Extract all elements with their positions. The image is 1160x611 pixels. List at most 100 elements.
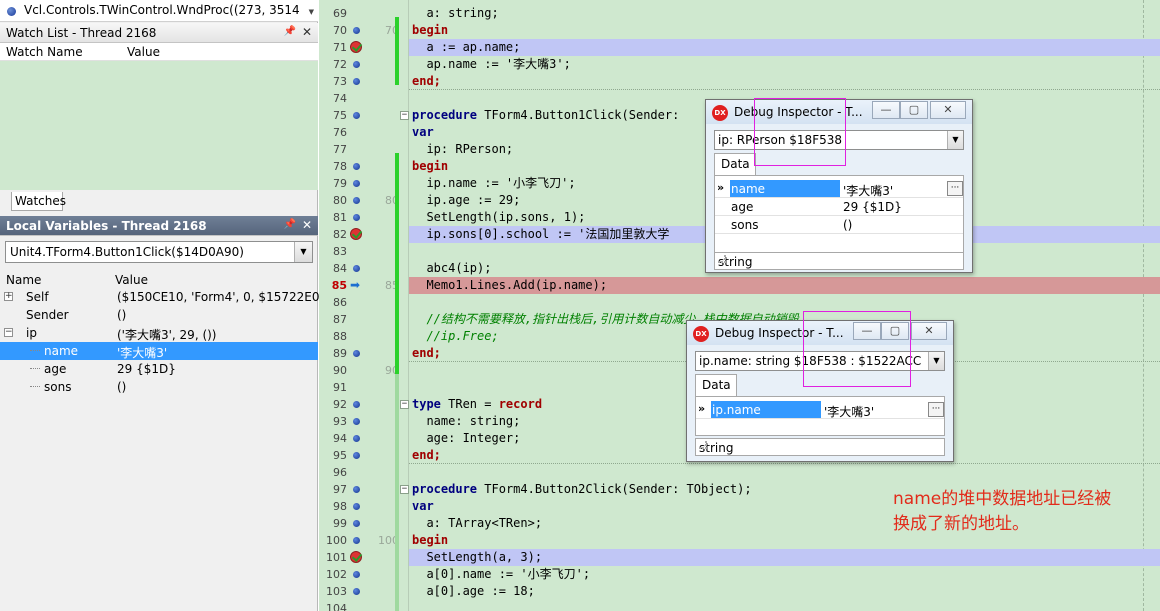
code-line-102[interactable]: a[0].name := '小李飞刀'; — [409, 566, 1160, 583]
code-text: name: string; — [412, 414, 521, 428]
line-number: 79 — [333, 177, 347, 190]
field-value: 29 {$1D} — [843, 200, 902, 214]
executable-line-icon[interactable] — [353, 214, 360, 221]
executable-line-icon[interactable] — [353, 163, 360, 170]
code-line-70[interactable]: begin — [409, 22, 1160, 39]
watch-col-value[interactable]: Value — [127, 45, 160, 59]
table-row-selected[interactable]: name '李大嘴3' — [0, 342, 318, 360]
code-line-101[interactable]: SetLength(a, 3); — [409, 549, 1160, 566]
code-text: TRen = — [440, 397, 499, 411]
breakpoint-icon[interactable] — [350, 228, 362, 240]
resize-grip-icon[interactable] — [699, 441, 707, 449]
resize-grip-icon[interactable] — [718, 255, 726, 263]
table-row[interactable]: sons () — [0, 378, 318, 396]
executable-line-icon[interactable] — [353, 265, 360, 272]
code-line-73[interactable]: end; — [409, 73, 1160, 90]
saved-marker — [395, 374, 399, 611]
line-number: 84 — [333, 262, 347, 275]
locals-col-name[interactable]: Name — [6, 273, 41, 287]
executable-line-icon[interactable] — [353, 418, 360, 425]
executable-line-icon[interactable] — [353, 112, 360, 119]
close-button[interactable]: ✕ — [911, 322, 947, 340]
fold-toggle-icon[interactable]: − — [400, 400, 409, 409]
code-line-72[interactable]: ap.name := '李大嘴3'; — [409, 56, 1160, 73]
executable-line-icon[interactable] — [353, 78, 360, 85]
table-row[interactable]: − ip ('李大嘴3', 29, ()) — [0, 324, 318, 342]
dx-logo-icon: DX — [693, 326, 709, 342]
fold-toggle-icon[interactable]: − — [400, 485, 409, 494]
tree-connector — [30, 368, 40, 369]
stack-frame-select[interactable]: Unit4.TForm4.Button1Click($14D0A90) ▼ — [5, 241, 313, 263]
expand-icon[interactable]: + — [4, 292, 13, 301]
tab-watches[interactable]: Watches — [11, 192, 66, 211]
executable-line-icon[interactable] — [353, 435, 360, 442]
code-text: Memo1.Lines.Add(ip.name); — [412, 278, 608, 292]
tab-data[interactable]: Data — [695, 374, 737, 396]
code-text: TForm4.Button2Click(Sender: TObject); — [484, 482, 752, 496]
table-row[interactable]: Sender () — [0, 306, 318, 324]
tab-data[interactable]: Data — [714, 153, 756, 175]
line-number: 78 — [333, 160, 347, 173]
breakpoint-icon[interactable] — [350, 551, 362, 563]
executable-line-icon[interactable] — [353, 486, 360, 493]
code-line-69[interactable]: a: string; — [409, 5, 1160, 22]
executable-line-icon[interactable] — [353, 537, 360, 544]
ellipsis-button[interactable]: ··· — [947, 181, 963, 196]
ellipsis-button[interactable]: ··· — [928, 402, 944, 417]
call-stack-top-item[interactable]: Vcl.Controls.TWinControl.WndProc((273, 3… — [0, 0, 318, 22]
watch-list-header: Watch Name Value — [0, 43, 318, 61]
code-line-103[interactable]: a[0].age := 18; — [409, 583, 1160, 600]
table-row[interactable]: » ip.name '李大嘴3' ··· — [696, 401, 944, 419]
minimize-button[interactable]: — — [872, 101, 900, 119]
close-icon[interactable]: ✕ — [302, 25, 312, 39]
code-text: a[0].age := 18; — [412, 584, 535, 598]
fold-toggle-icon[interactable]: − — [400, 111, 409, 120]
executable-line-icon[interactable] — [353, 27, 360, 34]
table-row[interactable]: sons () — [715, 216, 963, 234]
executable-line-icon[interactable] — [353, 588, 360, 595]
executable-line-icon[interactable] — [353, 197, 360, 204]
table-row[interactable]: + Self ($150CE10, 'Form4', 0, $15722E0, … — [0, 288, 345, 306]
table-row[interactable]: age 29 {$1D} — [0, 360, 318, 378]
field-value: '李大嘴3' — [824, 405, 875, 419]
debug-inspector-window[interactable]: DX Debug Inspector - T... — ▢ ✕ ip: RPer… — [705, 98, 973, 273]
executable-line-icon[interactable] — [353, 180, 360, 187]
executable-line-icon[interactable] — [353, 571, 360, 578]
executable-line-icon[interactable] — [353, 452, 360, 459]
debug-inspector-window[interactable]: DX Debug Inspector - T... — ▢ ✕ ip.name:… — [686, 311, 954, 462]
code-line-85[interactable]: Memo1.Lines.Add(ip.name); — [409, 277, 1160, 294]
collapse-icon[interactable]: − — [4, 328, 13, 337]
close-button[interactable]: ✕ — [930, 101, 966, 119]
executable-line-icon[interactable] — [353, 401, 360, 408]
highlight-box — [803, 311, 911, 387]
chevron-down-icon[interactable]: ▼ — [928, 352, 944, 370]
watch-list-body[interactable] — [0, 61, 318, 190]
executable-line-icon[interactable] — [353, 503, 360, 510]
maximize-button[interactable]: ▢ — [900, 101, 928, 119]
pin-icon[interactable]: 📌 — [284, 219, 296, 230]
line-number: 82 — [333, 228, 347, 241]
code-line-71[interactable]: a := ap.name; — [409, 39, 1160, 56]
close-icon[interactable]: ✕ — [302, 218, 312, 232]
breakpoint-icon[interactable] — [350, 41, 362, 53]
executable-line-icon[interactable] — [353, 520, 360, 527]
execution-point-icon[interactable]: ➡ — [350, 278, 360, 292]
pin-icon[interactable]: 📌 — [284, 26, 296, 37]
inspector-status-bar: string — [695, 438, 945, 456]
executable-line-icon[interactable] — [353, 350, 360, 357]
chevron-down-icon[interactable]: ▼ — [947, 131, 963, 149]
watch-col-name[interactable]: Watch Name — [6, 45, 83, 59]
executable-line-icon[interactable] — [353, 61, 360, 68]
chevron-down-icon[interactable]: ▼ — [294, 242, 312, 262]
line-number: 77 — [333, 143, 347, 156]
code-text: ip.name := '小李飞刀'; — [412, 176, 576, 190]
table-row[interactable]: age 29 {$1D} — [715, 198, 963, 216]
scroll-down-icon[interactable]: ▼ — [309, 8, 314, 16]
keyword-type: type — [412, 397, 441, 411]
line-number: 97 — [333, 483, 347, 496]
inspector-status-bar: string — [714, 252, 964, 270]
line-number: 93 — [333, 415, 347, 428]
locals-col-value[interactable]: Value — [115, 273, 148, 287]
table-row[interactable]: » name '李大嘴3' ··· — [715, 180, 963, 198]
line-number: 75 — [333, 109, 347, 122]
